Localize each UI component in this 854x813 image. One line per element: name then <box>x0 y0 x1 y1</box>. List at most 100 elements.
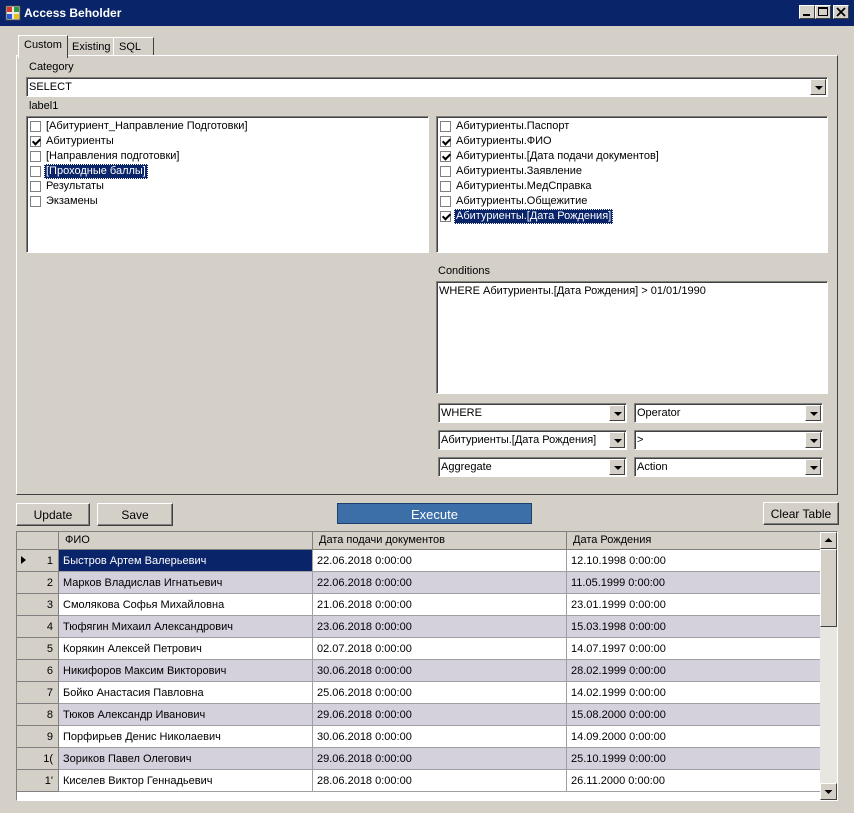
table-cell[interactable]: Никифоров Максим Викторович <box>59 660 313 682</box>
table-cell[interactable]: Порфирьев Денис Николаевич <box>59 726 313 748</box>
row-header[interactable]: 9 <box>17 726 59 748</box>
chevron-down-icon[interactable] <box>805 405 821 421</box>
table-row[interactable]: 8 Тюков Александр Иванович 29.06.2018 0:00… <box>17 704 823 726</box>
clause-combobox[interactable]: WHERE <box>438 403 627 423</box>
checkbox-icon[interactable] <box>440 181 451 192</box>
table-row[interactable]: 1 Быстров Артем Валерьевич 22.06.2018 0:00… <box>17 550 823 572</box>
table-cell[interactable]: 15.03.1998 0:00:00 <box>567 616 823 638</box>
tables-checked-list[interactable]: [Абитуриент_Направление Подготовки] Абиту… <box>26 116 429 253</box>
table-row[interactable]: 1(Зориков Павел Олегович 29.06.2018 0:00:… <box>17 748 823 770</box>
table-cell[interactable]: 14.02.1999 0:00:00 <box>567 682 823 704</box>
checkbox-icon[interactable] <box>440 196 451 207</box>
fields-checked-list[interactable]: Абитуриенты.Паспорт Абитуриенты.ФИО Абитур… <box>436 116 828 253</box>
minimize-button[interactable] <box>799 5 815 19</box>
table-row[interactable]: 2 Марков Владислав Игнатьевич 22.06.2018 0… <box>17 572 823 594</box>
checkbox-checked-icon[interactable] <box>440 136 451 147</box>
table-cell[interactable]: 30.06.2018 0:00:00 <box>313 726 567 748</box>
row-header[interactable]: 7 <box>17 682 59 704</box>
checkbox-icon[interactable] <box>30 181 41 192</box>
table-cell[interactable]: Корякин Алексей Петрович <box>59 638 313 660</box>
table-cell[interactable]: Киселев Виктор Геннадьевич <box>59 770 313 792</box>
table-cell[interactable]: Зориков Павел Олегович <box>59 748 313 770</box>
action-combobox[interactable]: Action <box>634 457 823 477</box>
tab-existing[interactable]: Existing <box>66 37 117 57</box>
tab-sql[interactable]: SQL <box>113 37 154 57</box>
table-cell[interactable]: 14.09.2000 0:00:00 <box>567 726 823 748</box>
table-row[interactable]: 3 Смолякова Софья Михайловна 21.06.2018 0:… <box>17 594 823 616</box>
comparison-combobox[interactable]: > <box>634 430 823 450</box>
checkbox-icon[interactable] <box>440 166 451 177</box>
row-header[interactable]: 1( <box>17 748 59 770</box>
checkbox-icon[interactable] <box>30 196 41 207</box>
checkbox-icon[interactable] <box>30 166 41 177</box>
checkbox-icon[interactable] <box>30 151 41 162</box>
table-row[interactable]: 5 Корякин Алексей Петрович 02.07.2018 0:00… <box>17 638 823 660</box>
checkbox-icon[interactable] <box>440 121 451 132</box>
checkbox-checked-icon[interactable] <box>30 136 41 147</box>
row-header[interactable]: 3 <box>17 594 59 616</box>
table-cell[interactable]: 28.02.1999 0:00:00 <box>567 660 823 682</box>
results-grid[interactable]: ФИО Дата подачи документов Дата Рождения… <box>16 531 838 801</box>
row-header[interactable]: 2 <box>17 572 59 594</box>
table-row[interactable]: 7 Бойко Анастасия Павловна 25.06.2018 0:00… <box>17 682 823 704</box>
operator-combobox[interactable]: Operator <box>634 403 823 423</box>
row-header[interactable]: 5 <box>17 638 59 660</box>
table-row[interactable]: 6 Никифоров Максим Викторович 30.06.2018 0… <box>17 660 823 682</box>
category-combobox[interactable]: SELECT <box>26 77 828 97</box>
table-cell[interactable]: 21.06.2018 0:00:00 <box>313 594 567 616</box>
chevron-down-icon[interactable] <box>805 459 821 475</box>
checkbox-icon[interactable] <box>30 121 41 132</box>
checkbox-checked-icon[interactable] <box>440 151 451 162</box>
table-cell[interactable]: 30.06.2018 0:00:00 <box>313 660 567 682</box>
field-combobox[interactable]: Абитуриенты.[Дата Рождения] <box>438 430 627 450</box>
table-cell[interactable]: 25.06.2018 0:00:00 <box>313 682 567 704</box>
table-cell[interactable]: 15.08.2000 0:00:00 <box>567 704 823 726</box>
table-cell[interactable]: 02.07.2018 0:00:00 <box>313 638 567 660</box>
table-row[interactable]: 9 Порфирьев Денис Николаевич 30.06.2018 0:… <box>17 726 823 748</box>
table-cell[interactable]: 23.06.2018 0:00:00 <box>313 616 567 638</box>
row-header[interactable]: 4 <box>17 616 59 638</box>
table-cell[interactable]: Тюков Александр Иванович <box>59 704 313 726</box>
table-cell[interactable]: 29.06.2018 0:00:00 <box>313 704 567 726</box>
scroll-thumb[interactable] <box>820 549 837 627</box>
column-header-submission-date[interactable]: Дата подачи документов <box>313 532 567 550</box>
conditions-textbox[interactable]: WHERE Абитуриенты.[Дата Рождения] > 01/0… <box>436 281 828 394</box>
checkbox-checked-icon[interactable] <box>440 211 451 222</box>
save-button[interactable]: Save <box>97 503 173 526</box>
chevron-down-icon[interactable] <box>810 79 826 95</box>
scroll-down-button[interactable] <box>820 783 837 800</box>
table-cell[interactable]: Тюфягин Михаил Александрович <box>59 616 313 638</box>
clear-table-button[interactable]: Clear Table <box>763 502 839 525</box>
chevron-down-icon[interactable] <box>609 432 625 448</box>
table-cell[interactable]: Бойко Анастасия Павловна <box>59 682 313 704</box>
row-header[interactable]: 1' <box>17 770 59 792</box>
table-cell[interactable]: 22.06.2018 0:00:00 <box>313 550 567 572</box>
table-cell[interactable]: Быстров Артем Валерьевич <box>59 550 313 572</box>
table-cell[interactable]: 12.10.1998 0:00:00 <box>567 550 823 572</box>
tab-custom[interactable]: Custom <box>18 35 68 58</box>
chevron-down-icon[interactable] <box>609 459 625 475</box>
execute-button[interactable]: Execute <box>337 503 532 524</box>
table-cell[interactable]: Марков Владислав Игнатьевич <box>59 572 313 594</box>
table-cell[interactable]: 14.07.1997 0:00:00 <box>567 638 823 660</box>
close-button[interactable] <box>833 5 849 19</box>
table-row[interactable]: 4 Тюфягин Михаил Александрович 23.06.2018 … <box>17 616 823 638</box>
title-bar[interactable]: Access Beholder <box>0 0 854 26</box>
table-cell[interactable]: 22.06.2018 0:00:00 <box>313 572 567 594</box>
table-row[interactable]: 1' Киселев Виктор Геннадьевич 28.06.2018 0… <box>17 770 823 792</box>
row-header[interactable]: 8 <box>17 704 59 726</box>
column-header-fio[interactable]: ФИО <box>59 532 313 550</box>
table-cell[interactable]: Смолякова Софья Михайловна <box>59 594 313 616</box>
scroll-up-button[interactable] <box>820 532 837 549</box>
table-cell[interactable]: 26.11.2000 0:00:00 <box>567 770 823 792</box>
table-cell[interactable]: 11.05.1999 0:00:00 <box>567 572 823 594</box>
column-header-birth-date[interactable]: Дата Рождения <box>567 532 823 550</box>
table-cell[interactable]: 28.06.2018 0:00:00 <box>313 770 567 792</box>
table-cell[interactable]: 29.06.2018 0:00:00 <box>313 748 567 770</box>
table-cell[interactable]: 23.01.1999 0:00:00 <box>567 594 823 616</box>
row-header[interactable]: 1 <box>17 550 59 572</box>
update-button[interactable]: Update <box>16 503 90 526</box>
grid-vertical-scrollbar[interactable] <box>820 532 837 800</box>
aggregate-combobox[interactable]: Aggregate <box>438 457 627 477</box>
maximize-button[interactable] <box>815 5 831 19</box>
